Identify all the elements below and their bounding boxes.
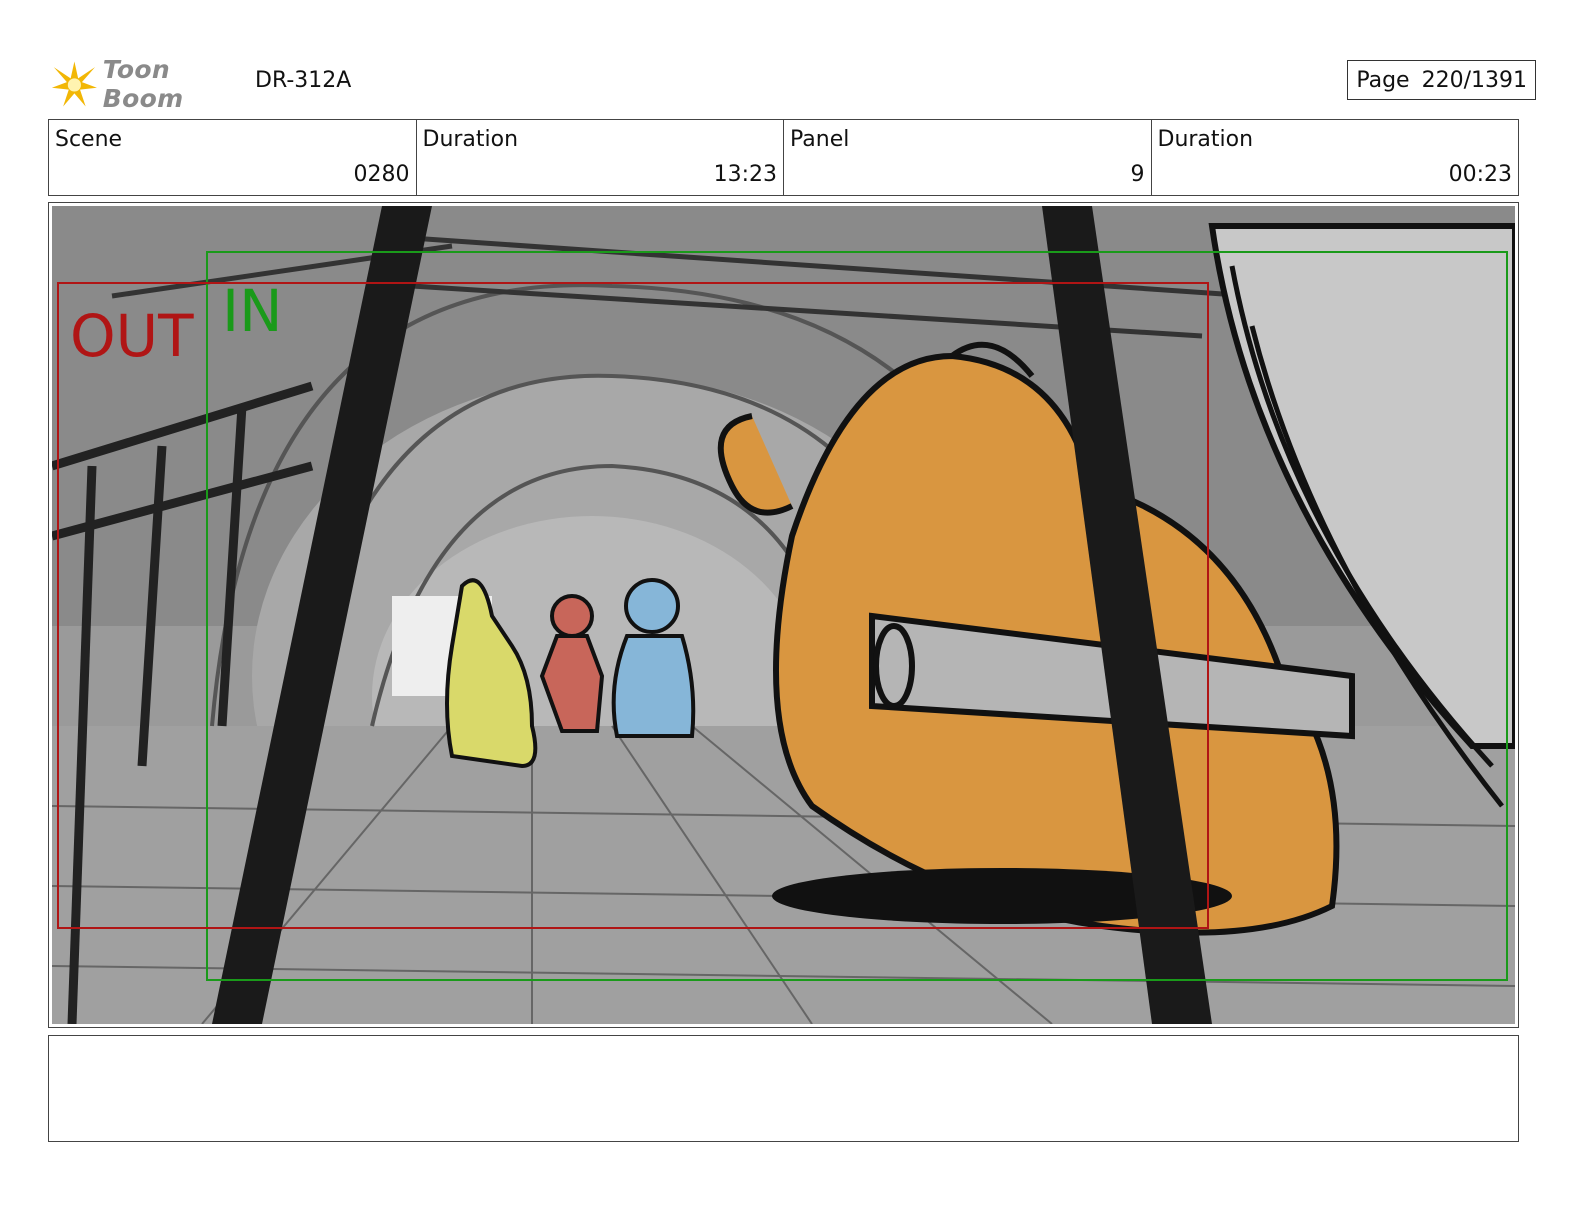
out-label: OUT (70, 302, 194, 370)
scene-duration-label: Duration (422, 127, 519, 152)
panel-label: Panel (790, 127, 850, 152)
panel-duration-label: Duration (1157, 127, 1254, 152)
red-character-head (550, 594, 594, 638)
page-label: Page (1356, 67, 1410, 93)
scene-cell: Scene 0280 (49, 120, 417, 195)
scene-label: Scene (55, 127, 123, 152)
starburst-logo-icon (51, 61, 97, 107)
storyboard-panel-frame: OUT IN (48, 202, 1519, 1028)
panel-cell: Panel 9 (784, 120, 1152, 195)
panel-duration-cell: Duration 00:23 (1152, 120, 1519, 195)
logo-text: Toon Boom (102, 55, 184, 113)
panel-duration-value: 00:23 (1448, 162, 1512, 187)
panel-value: 9 (1130, 162, 1145, 187)
toon-boom-logo: Toon Boom (50, 55, 250, 113)
scene-duration-value: 13:23 (713, 162, 777, 187)
panel-info-bar: Scene 0280 Duration 13:23 Panel 9 Durati… (48, 119, 1519, 196)
in-label: IN (222, 277, 283, 345)
blue-character-head (624, 578, 680, 634)
panel-notes-box (48, 1035, 1519, 1142)
scene-value: 0280 (353, 162, 410, 187)
scene-duration-cell: Duration 13:23 (417, 120, 784, 195)
page-header: Toon Boom DR-312A Page 220/1391 (50, 52, 1536, 113)
blue-character-body (611, 634, 696, 738)
page-value: 220/1391 (1421, 67, 1527, 93)
page-indicator: Page 220/1391 (1347, 60, 1536, 100)
document-id: DR-312A (255, 68, 352, 93)
storyboard-sketch: OUT IN (52, 206, 1515, 1024)
band-end (873, 623, 915, 709)
